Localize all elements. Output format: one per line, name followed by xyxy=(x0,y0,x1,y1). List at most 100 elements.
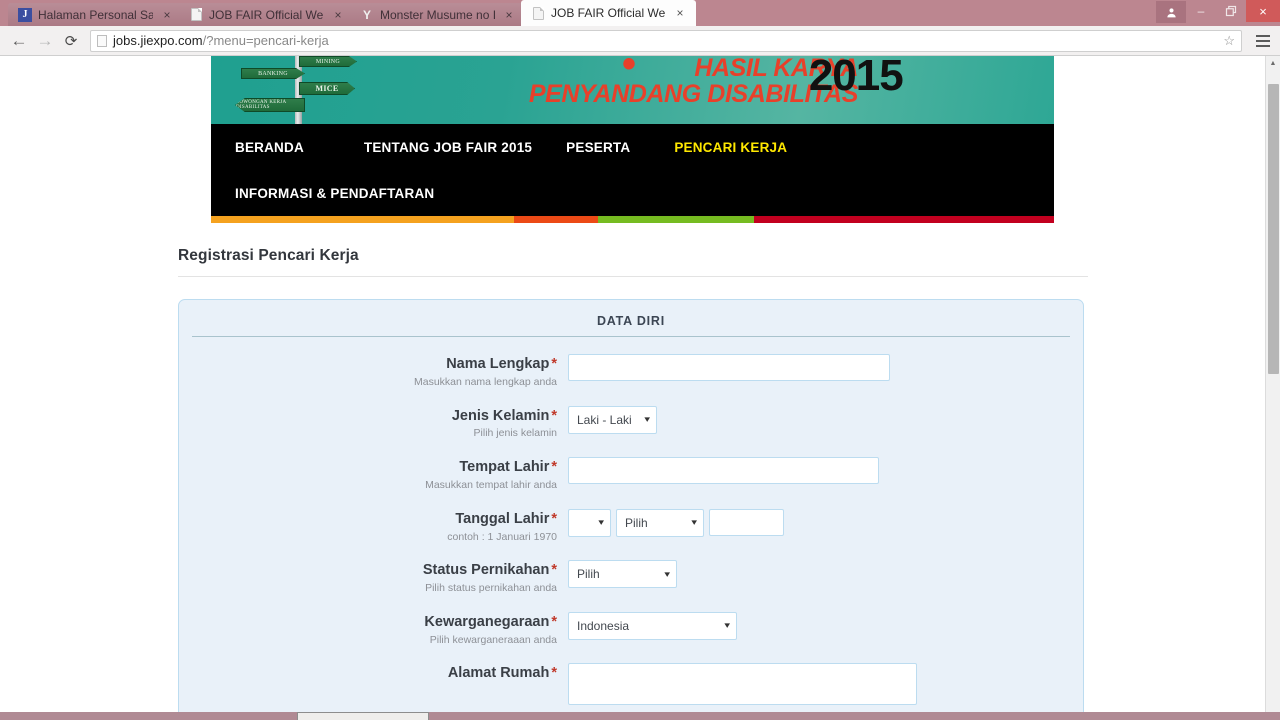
field-label: Jenis Kelamin * xyxy=(192,407,557,425)
required-asterisk: * xyxy=(551,356,557,372)
tanggal-lahir-year-input[interactable] xyxy=(709,509,784,537)
browser-tab-1[interactable]: J Halaman Personal Saya × xyxy=(8,3,183,26)
status-pernikahan-select[interactable]: Pilih ▾ xyxy=(568,560,677,589)
site-banner: OIL & GAS MINING BANKING MICE LOWONGAN K… xyxy=(211,56,1054,124)
url-path: /?menu=pencari-kerja xyxy=(202,33,329,48)
field-label: Tempat Lahir * xyxy=(192,459,557,476)
banner-date: SEPTEMBER 2015 xyxy=(809,56,944,97)
maximize-restore-button[interactable] xyxy=(1216,0,1246,22)
page-info-icon xyxy=(97,34,107,47)
site-main-nav: BERANDA TENTANG JOB FAIR 2015 PESERTA PE… xyxy=(211,124,1054,216)
browser-tab-4-active[interactable]: JOB FAIR Official Website × xyxy=(521,0,696,26)
field-label-text: Tempat Lahir xyxy=(459,459,550,476)
tab-close-icon[interactable]: × xyxy=(503,9,515,21)
label-column: Tanggal Lahir * contoh : 1 Januari 1970 xyxy=(192,509,568,544)
field-label: Tanggal Lahir * xyxy=(192,510,557,528)
field-column: Indonesia ▾ xyxy=(568,611,1070,640)
nav-item-tentang-job-fair[interactable]: TENTANG JOB FAIR 2015 xyxy=(364,140,532,155)
nav-item-beranda[interactable]: BERANDA xyxy=(235,140,304,155)
vertical-scrollbar[interactable]: ▲ xyxy=(1265,56,1280,720)
tab-close-icon[interactable]: × xyxy=(674,7,686,19)
nav-color-stripe xyxy=(211,216,1054,223)
field-column xyxy=(568,457,1070,485)
back-icon[interactable]: ← xyxy=(6,28,32,54)
close-window-button[interactable]: × xyxy=(1246,0,1280,22)
kewarganegaraan-select[interactable]: Indonesia ▾ xyxy=(568,611,737,640)
form-row-jenis-kelamin: Jenis Kelamin * Pilih jenis kelamin Laki … xyxy=(192,405,1070,441)
scroll-up-arrow-icon[interactable]: ▲ xyxy=(1266,56,1280,71)
required-asterisk: * xyxy=(551,562,557,579)
address-bar[interactable]: jobs.jiexpo.com /?menu=pencari-kerja ☆ xyxy=(90,29,1242,52)
form-row-tempat-lahir: Tempat Lahir * Masukkan tempat lahir anda xyxy=(192,457,1070,492)
required-asterisk: * xyxy=(551,510,557,527)
form-row-kewarganegaraan: Kewarganegaraan * Pilih kewarganeraaan an… xyxy=(192,611,1070,647)
label-column: Status Pernikahan * Pilih status pernikah… xyxy=(192,560,568,595)
field-hint: Masukkan tempat lahir anda xyxy=(425,479,557,491)
signpost-graphic: OIL & GAS MINING BANKING MICE LOWONGAN K… xyxy=(221,56,357,124)
label-column: Kewarganegaraan * Pilih kewarganeraaan an… xyxy=(192,612,568,647)
tab-close-icon[interactable]: × xyxy=(161,9,173,21)
nav-item-pencari-kerja[interactable]: PENCARI KERJA xyxy=(674,140,787,155)
sign-lowongan-kerja: LOWONGAN KERJA DISABILITAS xyxy=(235,98,305,112)
required-asterisk: * xyxy=(551,613,557,630)
browser-tab-2[interactable]: JOB FAIR Official Website × xyxy=(179,3,354,26)
field-label-text: Status Pernikahan xyxy=(422,562,550,579)
field-column: Laki - Laki ▾ xyxy=(568,405,1070,434)
field-hint: Pilih status pernikahan anda xyxy=(425,582,557,595)
form-row-alamat-rumah: Alamat Rumah * xyxy=(192,663,1070,710)
nav-row-primary: BERANDA TENTANG JOB FAIR 2015 PESERTA PE… xyxy=(211,124,1054,170)
tanggal-lahir-day-select[interactable]: ▾ xyxy=(568,508,611,537)
jenis-kelamin-select[interactable]: Laki - Laki ▾ xyxy=(568,405,657,434)
document-icon xyxy=(531,6,545,20)
field-label-text: Alamat Rumah xyxy=(447,665,550,682)
select-value: Pilih xyxy=(625,515,648,530)
chevron-down-icon: ▾ xyxy=(644,414,651,425)
tab-title: Monster Musume no Iru N xyxy=(380,7,495,22)
tanggal-lahir-month-select[interactable]: Pilih ▾ xyxy=(616,508,704,537)
tab-close-icon[interactable]: × xyxy=(332,9,344,21)
tempat-lahir-input[interactable] xyxy=(568,457,879,485)
taskbar-item[interactable] xyxy=(297,712,429,720)
letter-j-icon: J xyxy=(18,7,32,22)
field-label-text: Tanggal Lahir xyxy=(455,510,550,527)
page-viewport: OIL & GAS MINING BANKING MICE LOWONGAN K… xyxy=(0,56,1280,720)
banner-year: 2015 xyxy=(808,56,904,100)
stripe-segment-orange xyxy=(211,216,514,223)
chevron-down-icon: ▾ xyxy=(691,517,698,528)
field-hint: Masukkan nama lengkap anda xyxy=(413,375,557,388)
minimize-button[interactable]: – xyxy=(1186,0,1216,22)
tab-title: JOB FAIR Official Website xyxy=(551,6,666,20)
field-label: Alamat Rumah * xyxy=(192,665,557,682)
nama-lengkap-input[interactable] xyxy=(568,354,890,381)
nav-item-peserta[interactable]: PESERTA xyxy=(566,140,630,155)
document-icon xyxy=(189,8,203,22)
nav-item-informasi-pendaftaran[interactable]: INFORMASI & PENDAFTARAN xyxy=(235,186,434,201)
reload-icon[interactable]: ⟳ xyxy=(58,28,84,54)
banner-headline-block: • HASIL KARYA PENYANDANG DISABILITAS SEP… xyxy=(414,56,1054,124)
window-controls: – × xyxy=(1156,0,1280,26)
chevron-down-icon: ▾ xyxy=(724,620,731,631)
os-taskbar xyxy=(0,712,1280,720)
browser-toolbar: ← → ⟳ jobs.jiexpo.com /?menu=pencari-ker… xyxy=(0,26,1280,56)
browser-tab-3[interactable]: Y Monster Musume no Iru N × xyxy=(350,3,525,26)
stripe-segment-green xyxy=(598,216,754,223)
field-column xyxy=(568,663,1070,710)
label-column: Nama Lengkap * Masukkan nama lengkap anda xyxy=(192,354,568,389)
alamat-rumah-textarea[interactable] xyxy=(568,663,917,706)
bookmark-star-icon[interactable]: ☆ xyxy=(1223,33,1235,49)
stripe-segment-dark-red xyxy=(754,216,1054,223)
scrollbar-thumb[interactable] xyxy=(1268,84,1279,374)
registration-form-card: DATA DIRI Nama Lengkap * Masukkan nama le… xyxy=(178,299,1084,720)
user-profile-icon[interactable] xyxy=(1156,1,1186,23)
field-label-text: Jenis Kelamin xyxy=(451,407,550,424)
sign-banking: BANKING xyxy=(241,68,305,79)
hamburger-menu-icon[interactable] xyxy=(1252,34,1274,47)
forward-icon[interactable]: → xyxy=(32,28,58,54)
sign-mining: MINING xyxy=(299,56,357,67)
url-host: jobs.jiexpo.com xyxy=(113,33,203,48)
field-label-text: Kewarganegaraan xyxy=(424,613,550,630)
tab-title: JOB FAIR Official Website xyxy=(209,7,324,22)
chevron-down-icon: ▾ xyxy=(664,568,671,579)
form-row-tanggal-lahir: Tanggal Lahir * contoh : 1 Januari 1970 ▾… xyxy=(192,508,1070,544)
page-title: Registrasi Pencari Kerja xyxy=(178,247,1088,277)
